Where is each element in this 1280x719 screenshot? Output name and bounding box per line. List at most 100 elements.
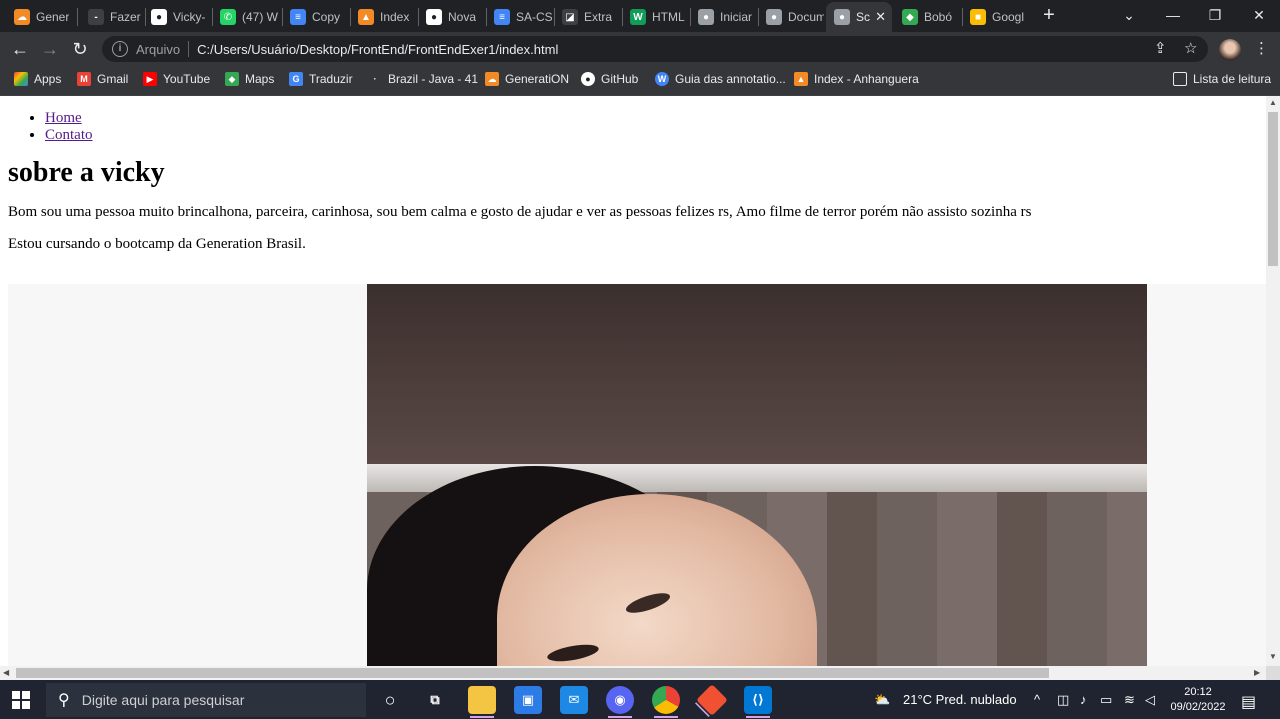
browser-tab[interactable]: ● Nova: [418, 4, 484, 30]
tab-label: Googl: [992, 10, 1025, 24]
task-view-icon[interactable]: ⧉: [421, 686, 449, 714]
chevron-up-icon[interactable]: ^: [1034, 692, 1040, 707]
gmail-icon: M: [77, 72, 91, 86]
github-icon: ●: [151, 9, 167, 25]
bookmark-generation[interactable]: ☁ GeneratiON: [485, 72, 569, 86]
browser-tab[interactable]: ✆ (47) W: [212, 4, 280, 30]
microphone-icon[interactable]: ♪: [1080, 692, 1087, 707]
browser-tab[interactable]: ◆ Bobó: [894, 4, 960, 30]
list-item: Contato: [45, 127, 1258, 144]
tab-search-icon[interactable]: ⌄: [1114, 4, 1144, 26]
bookmark-maps[interactable]: ◆ Maps: [225, 72, 274, 86]
page-title: sobre a vicky: [8, 157, 165, 188]
bookmark-star-icon[interactable]: ☆: [1184, 39, 1197, 57]
bookmark-gmail[interactable]: M Gmail: [77, 72, 128, 86]
horizontal-scroll-thumb[interactable]: [16, 668, 1049, 678]
horizontal-scrollbar[interactable]: ◀ ▶: [0, 666, 1266, 680]
browser-tab[interactable]: ● Iniciar: [690, 4, 756, 30]
info-icon[interactable]: i: [112, 41, 128, 57]
anhanguera-icon: ▲: [794, 72, 808, 86]
anhanguera-icon: ▲: [358, 9, 374, 25]
close-tab-icon[interactable]: ✕: [875, 9, 886, 25]
bookmark-brazil-java[interactable]: · Brazil - Java - 41: [368, 72, 478, 86]
tab-label: SA-CS: [516, 10, 552, 24]
discord-icon[interactable]: ◉: [606, 686, 634, 718]
reload-icon[interactable]: ↻: [69, 38, 91, 60]
browser-tab[interactable]: W HTML: [622, 4, 688, 30]
forward-arrow-icon[interactable]: →: [39, 38, 61, 60]
browser-tab[interactable]: ≡ Copy: [282, 4, 348, 30]
minimize-button[interactable]: —: [1158, 4, 1188, 26]
cortana-icon[interactable]: ○: [376, 686, 404, 714]
battery-icon[interactable]: ▭: [1100, 692, 1112, 708]
bookmark-guia[interactable]: W Guia das annotatio...: [655, 72, 786, 86]
address-bar[interactable]: i Arquivo C:/Users/Usuário/Desktop/Front…: [102, 36, 1208, 62]
reading-list[interactable]: Lista de leitura: [1173, 72, 1271, 86]
nav-link-contato[interactable]: Contato: [45, 127, 93, 143]
store-icon[interactable]: ▣: [514, 686, 542, 714]
browser-tab[interactable]: ☁ Gener: [6, 4, 74, 30]
browser-tab[interactable]: ≡ SA-CS: [486, 4, 552, 30]
chrome-icon[interactable]: [652, 686, 680, 718]
extra-icon: ◪: [562, 9, 578, 25]
browser-tab-active[interactable]: ● Sc ✕: [826, 2, 892, 32]
browser-tab[interactable]: ● Vicky-: [143, 4, 209, 30]
browser-tab[interactable]: ◪ Extra: [554, 4, 620, 30]
scroll-down-arrow-icon[interactable]: ▼: [1269, 652, 1277, 661]
nav-link-home[interactable]: Home: [45, 110, 82, 126]
scroll-left-arrow-icon[interactable]: ◀: [3, 668, 9, 677]
browser-tab[interactable]: ● Docum: [758, 4, 824, 30]
bookmark-label: Apps: [34, 72, 62, 86]
tab-label: Index: [380, 10, 410, 24]
close-window-button[interactable]: ✕: [1244, 4, 1274, 26]
bookmark-youtube[interactable]: ▶ YouTube: [143, 72, 210, 86]
wifi-icon[interactable]: ≋: [1124, 692, 1135, 708]
weather-text[interactable]: 21°C Pred. nublado: [903, 692, 1017, 707]
tab-label: Gener: [36, 10, 70, 24]
share-icon[interactable]: ⇪: [1154, 39, 1167, 57]
back-arrow-icon[interactable]: ←: [9, 38, 31, 60]
windows-taskbar: ⚲ Digite aqui para pesquisar ○ ⧉ ▣ ✉ ◉ ⟨…: [0, 680, 1280, 719]
menu-kebab-icon[interactable]: ⋮: [1254, 39, 1269, 57]
browser-tab[interactable]: ■ Googl: [962, 4, 1028, 30]
tab-label: Copy: [312, 10, 341, 24]
github-icon: ●: [581, 72, 595, 86]
url-text[interactable]: C:/Users/Usuário/Desktop/FrontEnd/FrontE…: [197, 42, 558, 57]
browser-tab[interactable]: - Fazer: [80, 4, 142, 30]
bookmark-label: Guia das annotatio...: [675, 72, 786, 86]
tab-label: Fazer: [110, 10, 141, 24]
scheme-label: Arquivo: [136, 41, 181, 57]
weather-icon[interactable]: ⛅: [874, 692, 890, 708]
tab-label: Vicky-: [173, 10, 206, 24]
file-explorer-icon[interactable]: [468, 686, 496, 718]
scroll-right-arrow-icon[interactable]: ▶: [1254, 668, 1260, 677]
notifications-icon[interactable]: ▤: [1241, 692, 1256, 712]
bookmark-github[interactable]: ● GitHub: [581, 72, 638, 86]
vertical-scrollbar[interactable]: ▲ ▼: [1266, 96, 1280, 666]
bookmark-anhanguera[interactable]: ▲ Index - Anhanguera: [794, 72, 919, 86]
vscode-icon[interactable]: ⟨⟩: [744, 686, 772, 718]
git-icon[interactable]: [696, 684, 728, 716]
clock[interactable]: 20:12 09/02/2022: [1166, 685, 1230, 715]
bookmark-traduzir[interactable]: G Traduzir: [289, 72, 353, 86]
browser-toolbar: ← → ↻ i Arquivo C:/Users/Usuário/Desktop…: [0, 32, 1280, 66]
profile-avatar[interactable]: [1219, 39, 1241, 61]
tab-label: Sc: [856, 10, 871, 24]
scroll-up-arrow-icon[interactable]: ▲: [1269, 98, 1277, 107]
bookmark-apps[interactable]: Apps: [14, 72, 61, 86]
volume-icon[interactable]: ◁: [1145, 692, 1155, 708]
browser-tab[interactable]: ▲ Index: [350, 4, 416, 30]
generic-bookmark-icon: ·: [368, 72, 382, 86]
new-tab-button[interactable]: +: [1038, 4, 1060, 26]
meet-icon[interactable]: ◫: [1057, 692, 1069, 708]
bootcamp-paragraph: Estou cursando o bootcamp da Generation …: [8, 236, 306, 252]
taskbar-search[interactable]: ⚲ Digite aqui para pesquisar: [46, 683, 366, 717]
mail-icon[interactable]: ✉: [560, 686, 588, 714]
search-placeholder: Digite aqui para pesquisar: [81, 692, 245, 708]
windows-start-icon[interactable]: [12, 691, 30, 709]
restore-button[interactable]: ❐: [1200, 4, 1230, 26]
maps-icon: ◆: [902, 9, 918, 25]
nav-list: Home Contato: [8, 110, 1258, 144]
tab-label: Bobó: [924, 10, 953, 24]
vertical-scroll-thumb[interactable]: [1268, 112, 1278, 266]
